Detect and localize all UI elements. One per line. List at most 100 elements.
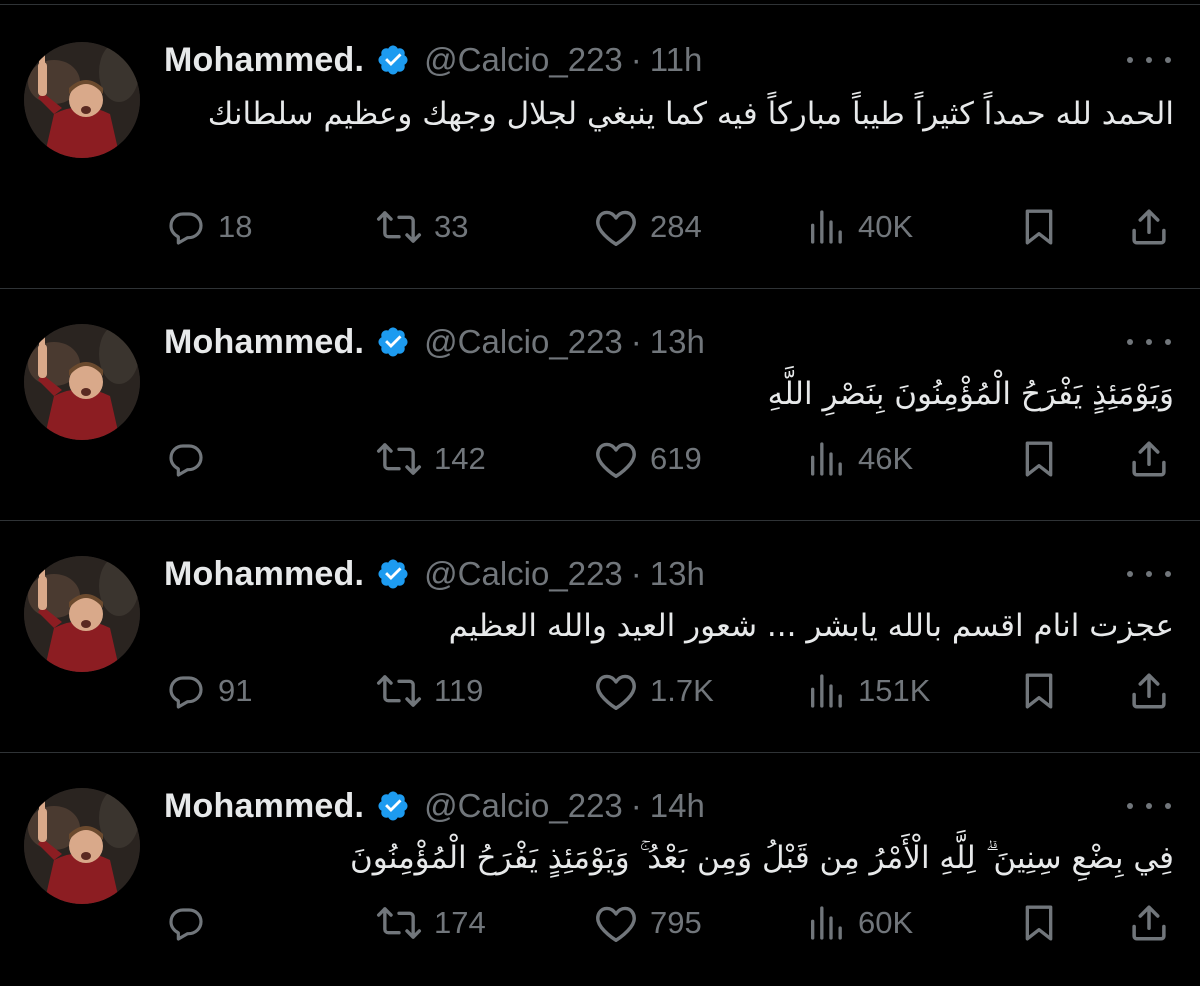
more-options-icon[interactable] [1127, 564, 1171, 584]
timestamp[interactable]: 11h [650, 41, 703, 79]
tweet[interactable]: Mohammed. @Calcio_223 · 14h فِي بِضْعِ س… [0, 782, 1200, 986]
avatar[interactable] [24, 556, 140, 672]
reply-icon [166, 207, 206, 247]
avatar[interactable] [24, 788, 140, 904]
bookmark-button[interactable] [1020, 898, 1058, 948]
repost-button[interactable]: 142 [376, 434, 486, 484]
views-button[interactable]: 40K [806, 202, 913, 252]
bookmark-button[interactable] [1020, 434, 1058, 484]
like-count: 1.7K [650, 673, 714, 708]
user-handle[interactable]: @Calcio_223 [424, 41, 623, 79]
tweet-text: عجزت انام اقسم بالله يابشر ... شعور العي… [448, 608, 1174, 644]
like-icon [594, 207, 638, 247]
tweet-text: فِي بِضْعِ سِنِينَ ۗ لِلَّهِ الْأَمْرُ م… [349, 840, 1174, 876]
more-options-icon[interactable] [1127, 796, 1171, 816]
like-button[interactable]: 619 [594, 434, 702, 484]
like-count: 795 [650, 905, 702, 940]
avatar[interactable] [24, 324, 140, 440]
tweet-actions: 18 33 284 40K [0, 202, 1200, 252]
like-count: 619 [650, 441, 702, 476]
timestamp[interactable]: 14h [650, 787, 705, 825]
timeline-feed: Mohammed. @Calcio_223 · 11h الحمد لله حم… [0, 0, 1200, 986]
views-icon [806, 671, 846, 711]
reply-count: 91 [218, 673, 253, 708]
bookmark-icon [1020, 439, 1058, 479]
separator: · [630, 555, 642, 592]
reply-icon [166, 903, 206, 943]
bookmark-icon [1020, 903, 1058, 943]
views-button[interactable]: 60K [806, 898, 913, 948]
tweet-header: Mohammed. @Calcio_223 · 11h [164, 36, 702, 84]
like-button[interactable]: 1.7K [594, 666, 714, 716]
display-name[interactable]: Mohammed. [164, 41, 364, 80]
verified-badge-icon [376, 325, 410, 359]
like-icon [594, 903, 638, 943]
tweet-text: وَيَوْمَئِذٍ يَفْرَحُ الْمُؤْمِنُونَ بِن… [767, 376, 1174, 412]
views-icon [806, 903, 846, 943]
tweet-text: الحمد لله حمداً كثيراً طيباً مباركاً فيه… [207, 96, 1174, 132]
verified-badge-icon [376, 557, 410, 591]
divider [0, 520, 1200, 521]
like-button[interactable]: 284 [594, 202, 702, 252]
repost-icon [376, 903, 422, 943]
tweet-header: Mohammed. @Calcio_223 · 13h [164, 318, 705, 366]
timestamp[interactable]: 13h [650, 555, 705, 593]
reply-button[interactable]: 18 [166, 202, 252, 252]
reply-button[interactable] [166, 434, 206, 484]
user-handle[interactable]: @Calcio_223 [424, 323, 623, 361]
share-button[interactable] [1128, 666, 1170, 716]
tweet-header: Mohammed. @Calcio_223 · 14h [164, 782, 705, 830]
more-options-icon[interactable] [1127, 332, 1171, 352]
views-icon [806, 439, 846, 479]
share-icon [1128, 438, 1170, 480]
like-count: 284 [650, 209, 702, 244]
verified-badge-icon [376, 789, 410, 823]
repost-button[interactable]: 174 [376, 898, 486, 948]
views-button[interactable]: 46K [806, 434, 913, 484]
share-icon [1128, 902, 1170, 944]
repost-icon [376, 439, 422, 479]
views-button[interactable]: 151K [806, 666, 930, 716]
divider [0, 4, 1200, 5]
views-icon [806, 207, 846, 247]
bookmark-button[interactable] [1020, 202, 1058, 252]
display-name[interactable]: Mohammed. [164, 323, 364, 362]
bookmark-button[interactable] [1020, 666, 1058, 716]
like-icon [594, 671, 638, 711]
display-name[interactable]: Mohammed. [164, 787, 364, 826]
more-options-icon[interactable] [1127, 50, 1171, 70]
timestamp[interactable]: 13h [650, 323, 705, 361]
divider [0, 752, 1200, 753]
tweet[interactable]: Mohammed. @Calcio_223 · 13h عجزت انام اق… [0, 550, 1200, 752]
share-button[interactable] [1128, 898, 1170, 948]
bookmark-icon [1020, 207, 1058, 247]
user-handle[interactable]: @Calcio_223 [424, 787, 623, 825]
view-count: 60K [858, 905, 914, 940]
reply-icon [166, 439, 206, 479]
repost-count: 174 [434, 905, 486, 940]
reply-button[interactable]: 91 [166, 666, 252, 716]
display-name[interactable]: Mohammed. [164, 555, 364, 594]
repost-count: 142 [434, 441, 486, 476]
repost-count: 119 [434, 673, 484, 708]
share-icon [1128, 670, 1170, 712]
like-button[interactable]: 795 [594, 898, 702, 948]
reply-count: 18 [218, 209, 253, 244]
share-button[interactable] [1128, 434, 1170, 484]
tweet[interactable]: Mohammed. @Calcio_223 · 13h وَيَوْمَئِذٍ… [0, 318, 1200, 520]
share-icon [1128, 206, 1170, 248]
user-handle[interactable]: @Calcio_223 [424, 555, 623, 593]
avatar[interactable] [24, 42, 140, 158]
view-count: 151K [858, 673, 931, 708]
separator: · [630, 787, 642, 824]
tweet-actions: 174 795 60K [0, 898, 1200, 948]
repost-icon [376, 207, 422, 247]
divider [0, 288, 1200, 289]
reply-button[interactable] [166, 898, 206, 948]
repost-button[interactable]: 119 [376, 666, 483, 716]
tweet-header: Mohammed. @Calcio_223 · 13h [164, 550, 705, 598]
share-button[interactable] [1128, 202, 1170, 252]
like-icon [594, 439, 638, 479]
tweet[interactable]: Mohammed. @Calcio_223 · 11h الحمد لله حم… [0, 36, 1200, 288]
repost-button[interactable]: 33 [376, 202, 468, 252]
